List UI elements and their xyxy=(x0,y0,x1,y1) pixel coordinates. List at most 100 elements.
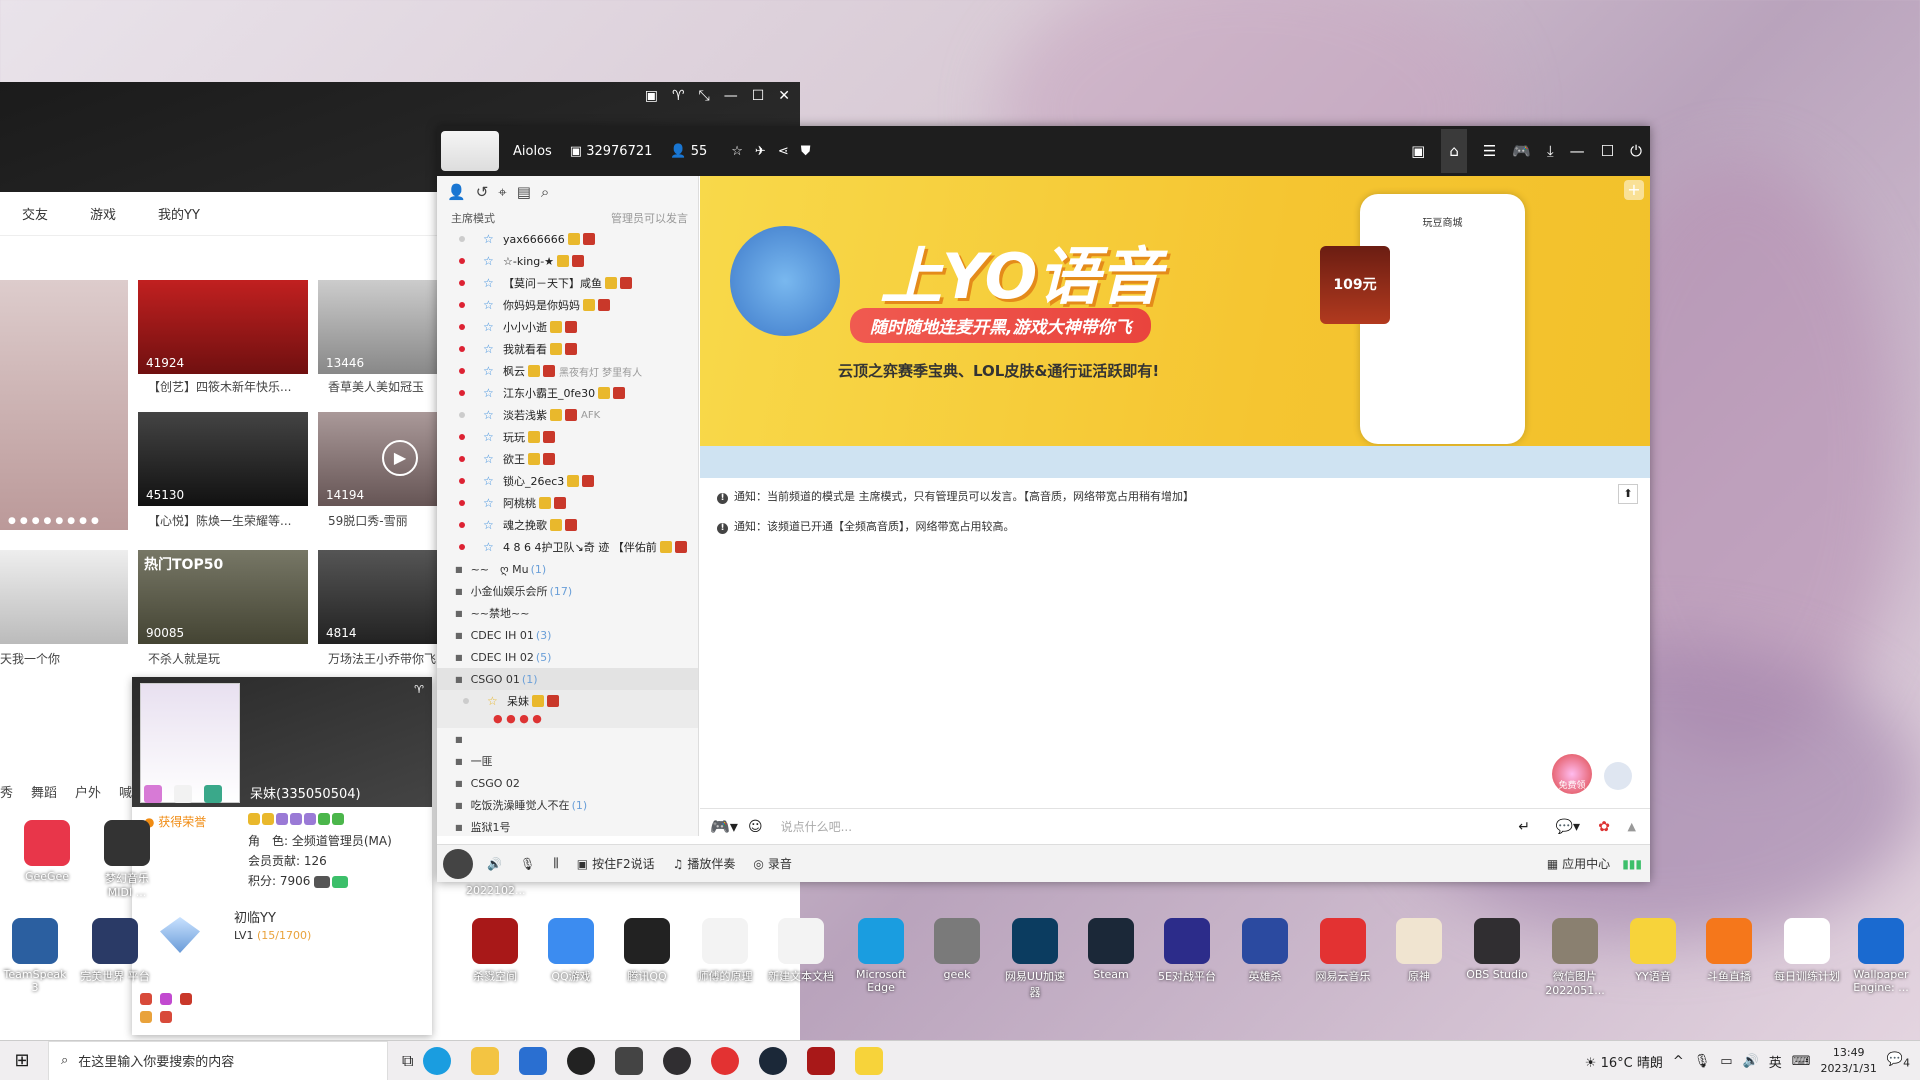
speaker-icon[interactable]: 🔊 xyxy=(487,857,502,871)
desktop-icon[interactable]: Microsoft Edge xyxy=(846,918,916,994)
live-tile[interactable]: 41924 xyxy=(138,280,308,374)
channel-item[interactable]: ■ 吃饭洗澡睡觉人不在 (1) xyxy=(437,794,698,816)
accompany-button[interactable]: ♫ 播放伴奏 xyxy=(673,855,736,872)
channel-member[interactable]: ☆ 魂之挽歌 xyxy=(437,514,698,536)
channel-item[interactable]: ■ 监狱1号 xyxy=(437,816,698,836)
desktop-icon[interactable]: 腾讯QQ xyxy=(612,918,682,984)
desktop-icon[interactable]: 网易UU加速器 xyxy=(1000,918,1070,1000)
weather-widget[interactable]: ☀ 16°C 晴朗 xyxy=(1585,1052,1663,1071)
play-icon[interactable]: ▶ xyxy=(382,440,418,476)
notes-icon[interactable]: ▤ xyxy=(517,183,531,201)
channel-member[interactable]: ☆ 4 8 6 4护卫队↘奇 迹 【伴佑前 xyxy=(437,536,698,558)
nav-games[interactable]: 游戏 xyxy=(90,204,116,223)
list-icon[interactable]: ☰ xyxy=(1483,142,1496,160)
live-tile[interactable]: 45130 xyxy=(138,412,308,506)
user-icon[interactable]: 👤 xyxy=(447,183,466,201)
live-tile[interactable]: 14194 ▶ xyxy=(318,412,438,506)
avatar-icon[interactable] xyxy=(443,848,473,879)
scroll-top-button[interactable]: ⬆ xyxy=(1618,484,1638,504)
desktop-icon[interactable]: Wallpaper Engine: ... xyxy=(1846,918,1916,994)
shrink-icon[interactable]: ⤓ xyxy=(1547,142,1554,160)
wand-icon[interactable] xyxy=(174,785,192,803)
mic-tray-icon[interactable]: 🎙 xyxy=(1694,1054,1711,1069)
desktop-icon[interactable]: 师傅的原理 xyxy=(690,918,760,984)
desktop-icon[interactable]: 微信图片 2022051... xyxy=(1540,918,1610,997)
home-icon[interactable]: ⌂ xyxy=(1441,129,1467,173)
maximize-icon[interactable]: ☐ xyxy=(752,88,765,104)
windows-start-icon[interactable]: ⊞ xyxy=(0,1050,44,1071)
desktop-icon[interactable]: 原神 xyxy=(1384,918,1454,984)
channel-item[interactable]: ■ CDEC IH 02 (5) xyxy=(437,646,698,668)
record-button[interactable]: ◎ 录音 xyxy=(753,855,792,872)
desktop-icon[interactable]: QQ游戏 xyxy=(536,918,606,984)
edge-taskbar-icon[interactable] xyxy=(423,1046,452,1075)
keyboard-icon[interactable]: ⌨ xyxy=(1792,1054,1811,1069)
desktop-icon[interactable]: 英雄杀 xyxy=(1230,918,1300,984)
online-count[interactable]: 👤 55 xyxy=(670,144,707,159)
live-tile[interactable]: 13446 xyxy=(318,280,438,374)
flower-icon[interactable]: ✿ xyxy=(1598,819,1610,835)
chat-input[interactable]: 说点什么吧... xyxy=(781,818,852,835)
obs-taskbar-icon[interactable] xyxy=(663,1046,692,1075)
plus-icon[interactable]: + xyxy=(1624,180,1644,200)
channel-member[interactable]: ☆ 枫云 黑夜有灯 梦里有人 xyxy=(437,360,698,382)
carousel-slide[interactable] xyxy=(0,280,128,530)
channel-item[interactable]: ■ CSGO 02 xyxy=(437,772,698,794)
steam-taskbar-icon[interactable] xyxy=(759,1046,788,1075)
category-outdoor[interactable]: 户外 xyxy=(75,782,101,801)
tile-caption[interactable]: 不杀人就是玩 xyxy=(148,650,308,667)
channel-member[interactable]: ☆ 阿桃桃 xyxy=(437,492,698,514)
float-tool-icon[interactable] xyxy=(1604,762,1632,790)
tag-icon[interactable] xyxy=(144,785,162,803)
close-icon[interactable]: ✕ xyxy=(778,88,790,104)
history-icon[interactable]: ↺ xyxy=(476,183,489,201)
live-tile[interactable]: 4814 xyxy=(318,550,438,644)
desktop-icon[interactable]: 梦幻音乐 MIDI ... xyxy=(92,820,162,899)
channel-member[interactable]: ☆ 欲王 xyxy=(437,448,698,470)
channel-member[interactable]: ☆ 淡若浅紫 AFK xyxy=(437,404,698,426)
netease-taskbar-icon[interactable] xyxy=(711,1046,740,1075)
desktop-icon[interactable]: GeeGee xyxy=(12,820,82,883)
star-icon[interactable]: ☆ xyxy=(731,144,743,159)
dota-taskbar-icon[interactable] xyxy=(807,1046,836,1075)
category-show[interactable]: 秀 xyxy=(0,782,13,801)
channel-member[interactable]: ☆ 你妈妈是你妈妈 xyxy=(437,294,698,316)
nav-my-yy[interactable]: 我的YY xyxy=(158,204,200,223)
channel-member[interactable]: ☆ 小小小逝 xyxy=(437,316,698,338)
shirt-icon[interactable]: ♈ xyxy=(672,88,685,104)
desktop-icon[interactable]: geek xyxy=(922,918,992,981)
channel-id[interactable]: ▣ 32976721 xyxy=(570,144,653,159)
desktop-icon[interactable]: 5E对战平台 xyxy=(1152,918,1222,984)
tile-caption[interactable]: 香草美人美如冠玉 xyxy=(328,378,438,395)
bubble-icon[interactable]: 💬▾ xyxy=(1556,819,1580,835)
equalizer-icon[interactable]: ⫼ xyxy=(553,856,559,871)
yy-taskbar-icon[interactable] xyxy=(855,1046,884,1075)
volume-icon[interactable]: 🔊 xyxy=(1743,1054,1759,1069)
gamepad-icon[interactable]: 🎮▾ xyxy=(710,817,738,836)
app-taskbar-icon[interactable] xyxy=(615,1046,644,1075)
share-icon[interactable]: ⋖ xyxy=(778,144,789,159)
carousel-dots[interactable]: ●●●●●●●● xyxy=(8,516,103,526)
desktop-icon[interactable]: 完美世界 平台 xyxy=(80,918,150,984)
search-icon[interactable]: ⌕ xyxy=(541,183,549,201)
network-icon[interactable]: ▭ xyxy=(1720,1054,1732,1069)
mic-icon[interactable]: 🎙 xyxy=(520,857,535,871)
plane-icon[interactable]: ✈ xyxy=(755,144,766,159)
collapse-icon[interactable]: ⤡ xyxy=(699,88,710,104)
channel-item[interactable]: ■ 一匪 xyxy=(437,750,698,772)
video-icon[interactable]: ▣ xyxy=(1411,142,1425,160)
location-icon[interactable]: ⌖ xyxy=(498,183,506,201)
channel-item[interactable]: ■ ~~ ღ Mu (1) xyxy=(437,558,698,580)
taskbar-search[interactable]: ⌕ 在这里输入你要搜索的内容 xyxy=(48,1040,388,1080)
minimize-icon[interactable]: — xyxy=(724,88,738,104)
desktop-icon[interactable]: 网易云音乐 xyxy=(1308,918,1378,984)
channel-member[interactable]: ☆ 锁心_26ec3 xyxy=(437,470,698,492)
channel-member[interactable]: ☆ 我就看看 xyxy=(437,338,698,360)
desktop-icon[interactable]: Steam xyxy=(1076,918,1146,981)
desktop-icon[interactable]: YY语音 xyxy=(1618,918,1688,984)
live-tile[interactable]: 热门TOP50 90085 xyxy=(138,550,308,644)
channel-item[interactable]: ■ CSGO 01 (1) xyxy=(437,668,698,690)
tile-caption[interactable]: 59脱口秀-雪丽 xyxy=(328,512,438,529)
crown-icon[interactable] xyxy=(204,785,222,803)
category-more[interactable]: 喊 xyxy=(119,782,132,801)
